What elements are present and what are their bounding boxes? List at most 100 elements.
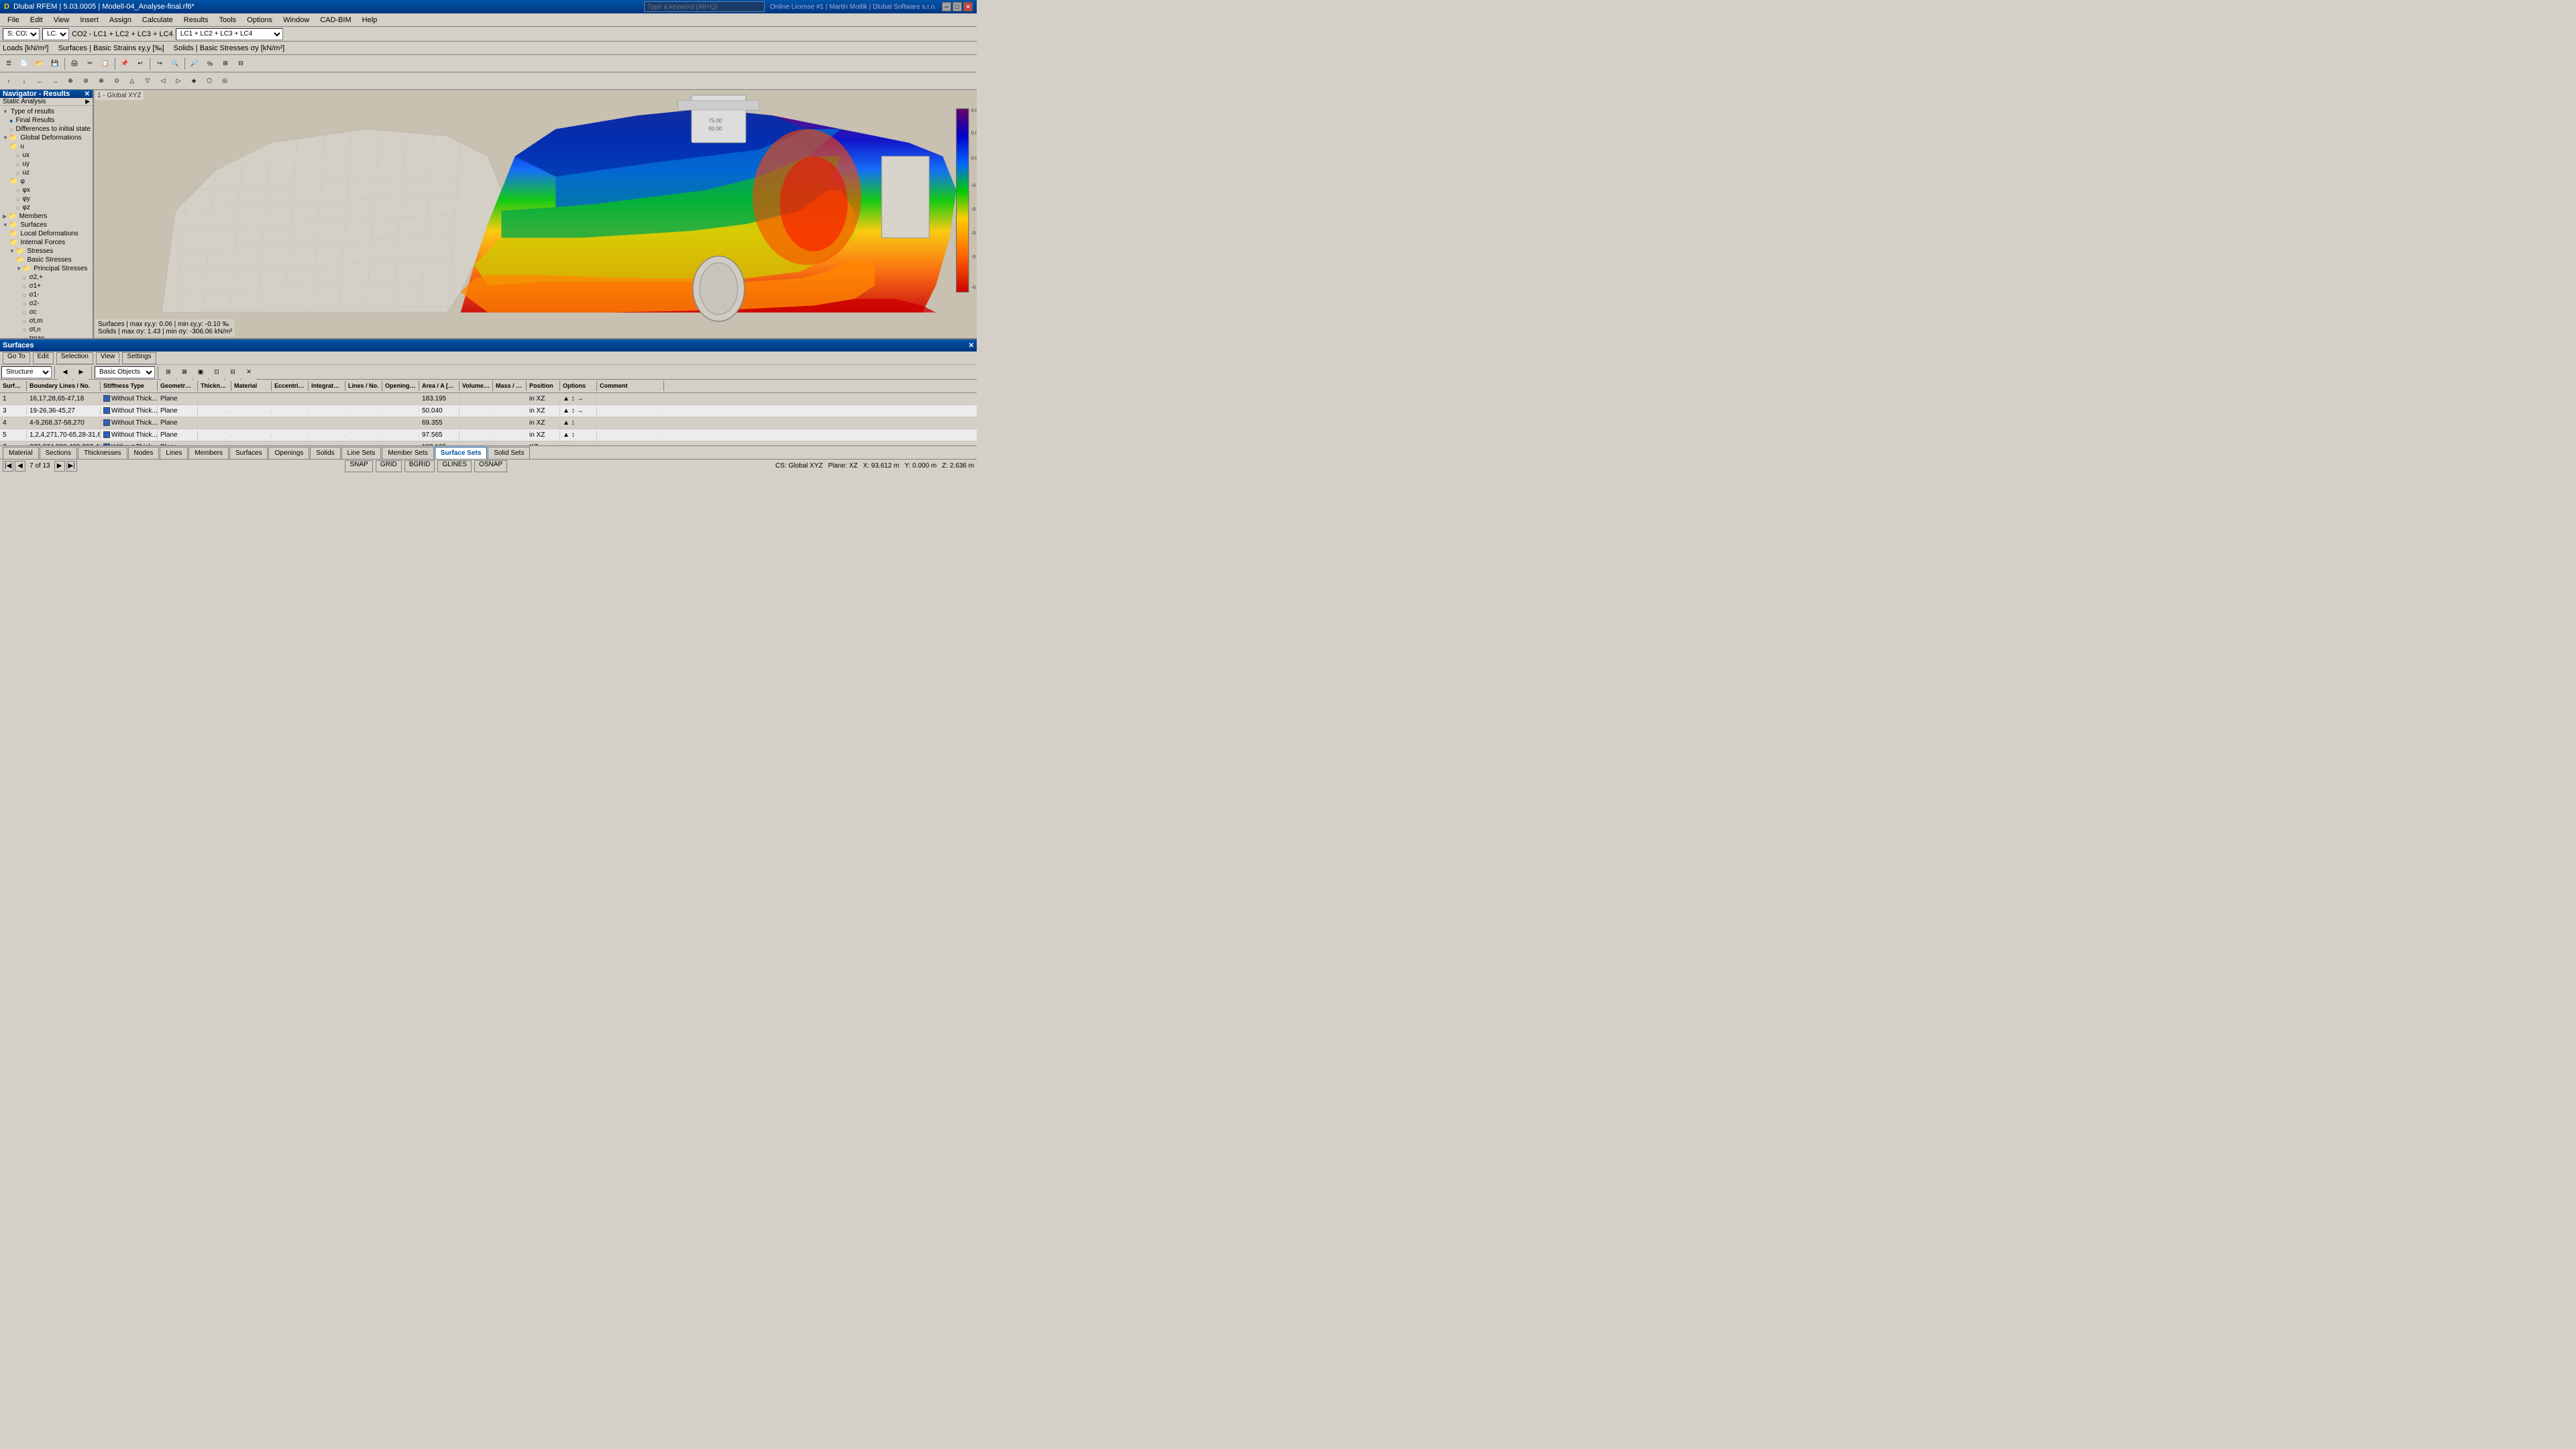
nav-item-1[interactable]: ●Final Results	[1, 116, 91, 125]
table-row-1[interactable]: 319-26,36-45,27Without Thick...Plane50.0…	[0, 405, 977, 417]
menu-insert[interactable]: Insert	[75, 14, 103, 26]
tab-members[interactable]: Members	[189, 447, 229, 459]
selection-btn[interactable]: Selection	[56, 352, 93, 364]
nav-item-17[interactable]: 📁Basic Stresses	[1, 256, 91, 264]
menu-file[interactable]: File	[3, 14, 24, 26]
tool-btn3[interactable]: ▣	[193, 365, 208, 380]
menu-cad-bim[interactable]: CAD-BIM	[315, 14, 356, 26]
tab-solid-sets[interactable]: Solid Sets	[488, 447, 530, 459]
toolbar-btn-14[interactable]: ⊟	[233, 56, 248, 71]
minimize-button[interactable]: ─	[942, 2, 951, 11]
tool-btn6[interactable]: ✕	[241, 365, 256, 380]
nav-item-25[interactable]: ○σt,n	[1, 325, 91, 334]
view-btn[interactable]: View	[96, 352, 120, 364]
settings-btn[interactable]: Settings	[122, 352, 156, 364]
toolbar-btn-9[interactable]: ↪	[152, 56, 167, 71]
navigator-close-icon[interactable]: ✕	[85, 91, 90, 98]
close-button[interactable]: ✕	[963, 2, 973, 11]
nav-item-9[interactable]: ○φx	[1, 186, 91, 195]
next-page-btn[interactable]: ▶	[54, 461, 65, 472]
nav-item-6[interactable]: ○uy	[1, 160, 91, 168]
goto-btn[interactable]: Go To	[3, 352, 30, 364]
toolbar-btn-1[interactable]: 📄	[17, 56, 32, 71]
toolbar-btn-13[interactable]: ⊞	[218, 56, 233, 71]
next-btn[interactable]: ▶	[74, 365, 89, 380]
menu-results[interactable]: Results	[179, 14, 213, 26]
nav-item-5[interactable]: ○ux	[1, 151, 91, 160]
toolbar2-btn-2[interactable]: ←	[32, 74, 47, 89]
toolbar-btn-12[interactable]: %	[203, 56, 217, 71]
toolbar-btn-8[interactable]: ↩	[133, 56, 148, 71]
nav-item-11[interactable]: ○φz	[1, 203, 91, 212]
toolbar2-btn-14[interactable]: ◎	[217, 74, 232, 89]
tool-btn4[interactable]: ⊡	[209, 365, 224, 380]
table-row-3[interactable]: 51,2,4,271,70-65,28-31,66,69,262,265,2..…	[0, 429, 977, 441]
scenario-combo[interactable]: S: CO2	[3, 28, 40, 40]
nav-item-7[interactable]: ○uz	[1, 168, 91, 177]
nav-item-10[interactable]: ○φy	[1, 195, 91, 203]
prev-btn[interactable]: ◀	[58, 365, 72, 380]
tool-btn2[interactable]: ⊠	[177, 365, 192, 380]
nav-item-4[interactable]: 📁u	[1, 142, 91, 151]
toolbar-btn-5[interactable]: ✂	[83, 56, 97, 71]
nav-item-13[interactable]: ▼📁Surfaces	[1, 221, 91, 229]
lc-combo[interactable]: LC2	[42, 28, 69, 40]
tab-thicknesses[interactable]: Thicknesses	[78, 447, 127, 459]
nav-item-2[interactable]: ○Differences to initial state	[1, 125, 91, 133]
basic-objects-combo[interactable]: Basic Objects	[95, 366, 155, 378]
menu-assign[interactable]: Assign	[105, 14, 136, 26]
lc-combo2[interactable]: LC1 + LC2 + LC3 + LC4	[176, 28, 283, 40]
nav-item-26[interactable]: ○τmax	[1, 334, 91, 338]
table-row-4[interactable]: 7273,274,388,403-397,470-459,275Without …	[0, 441, 977, 445]
tab-solids[interactable]: Solids	[310, 447, 340, 459]
toolbar2-btn-13[interactable]: ⬡	[202, 74, 217, 89]
first-page-btn[interactable]: |◀	[3, 461, 13, 472]
toolbar-btn-4[interactable]: 🖨	[67, 56, 82, 71]
glines-btn[interactable]: GLINES	[437, 460, 472, 472]
nav-item-8[interactable]: 📁φ	[1, 177, 91, 186]
window-controls[interactable]: ─ □ ✕	[942, 2, 973, 11]
menu-view[interactable]: View	[49, 14, 74, 26]
toolbar2-btn-7[interactable]: ⊙	[109, 74, 124, 89]
tab-sections[interactable]: Sections	[40, 447, 77, 459]
nav-item-24[interactable]: ○σt,m	[1, 317, 91, 325]
toolbar2-btn-0[interactable]: ↑	[1, 74, 16, 89]
results-close-icon[interactable]: ✕	[969, 342, 974, 350]
nav-item-0[interactable]: ▼Type of results	[1, 107, 91, 116]
nav-item-23[interactable]: ○σc	[1, 308, 91, 317]
grid-btn[interactable]: GRID	[376, 460, 402, 472]
search-input[interactable]	[644, 1, 765, 12]
snap-btn[interactable]: SNAP	[345, 460, 372, 472]
nav-item-14[interactable]: 📁Local Deformations	[1, 229, 91, 238]
tab-member-sets[interactable]: Member Sets	[382, 447, 433, 459]
tool-btn1[interactable]: ⊞	[161, 365, 176, 380]
menu-edit[interactable]: Edit	[25, 14, 48, 26]
menu-tools[interactable]: Tools	[214, 14, 241, 26]
bgrid-btn[interactable]: BGRID	[405, 460, 435, 472]
nav-item-19[interactable]: ○σ2,+	[1, 273, 91, 282]
tab-nodes[interactable]: Nodes	[128, 447, 160, 459]
menu-help[interactable]: Help	[358, 14, 382, 26]
nav-item-16[interactable]: ▼📁Stresses	[1, 247, 91, 256]
nav-item-21[interactable]: ○σ1-	[1, 290, 91, 299]
toolbar-btn-2[interactable]: 📂	[32, 56, 47, 71]
toolbar-btn-6[interactable]: 📋	[98, 56, 113, 71]
prev-page-btn[interactable]: ◀	[15, 461, 25, 472]
menu-window[interactable]: Window	[278, 14, 314, 26]
tab-material[interactable]: Material	[3, 447, 39, 459]
nav-item-12[interactable]: ▶📁Members	[1, 212, 91, 221]
toolbar-btn-10[interactable]: 🔍	[168, 56, 182, 71]
toolbar-btn-7[interactable]: 📌	[117, 56, 132, 71]
toolbar2-btn-12[interactable]: ◈	[186, 74, 201, 89]
table-row-0[interactable]: 116,17,28,65-47,18Without Thick...Plane1…	[0, 393, 977, 405]
nav-expand-icon[interactable]: ▶	[85, 98, 90, 105]
maximize-button[interactable]: □	[953, 2, 962, 11]
tab-openings[interactable]: Openings	[268, 447, 309, 459]
tab-surfaces[interactable]: Surfaces	[229, 447, 268, 459]
table-row-2[interactable]: 44-9,268,37-58,270Without Thick...Plane6…	[0, 417, 977, 429]
last-page-btn[interactable]: ▶|	[66, 461, 77, 472]
nav-item-20[interactable]: ○σ1+	[1, 282, 91, 290]
toolbar2-btn-3[interactable]: →	[48, 74, 62, 89]
tab-surface-sets[interactable]: Surface Sets	[435, 447, 488, 459]
toolbar2-btn-11[interactable]: ▷	[171, 74, 186, 89]
